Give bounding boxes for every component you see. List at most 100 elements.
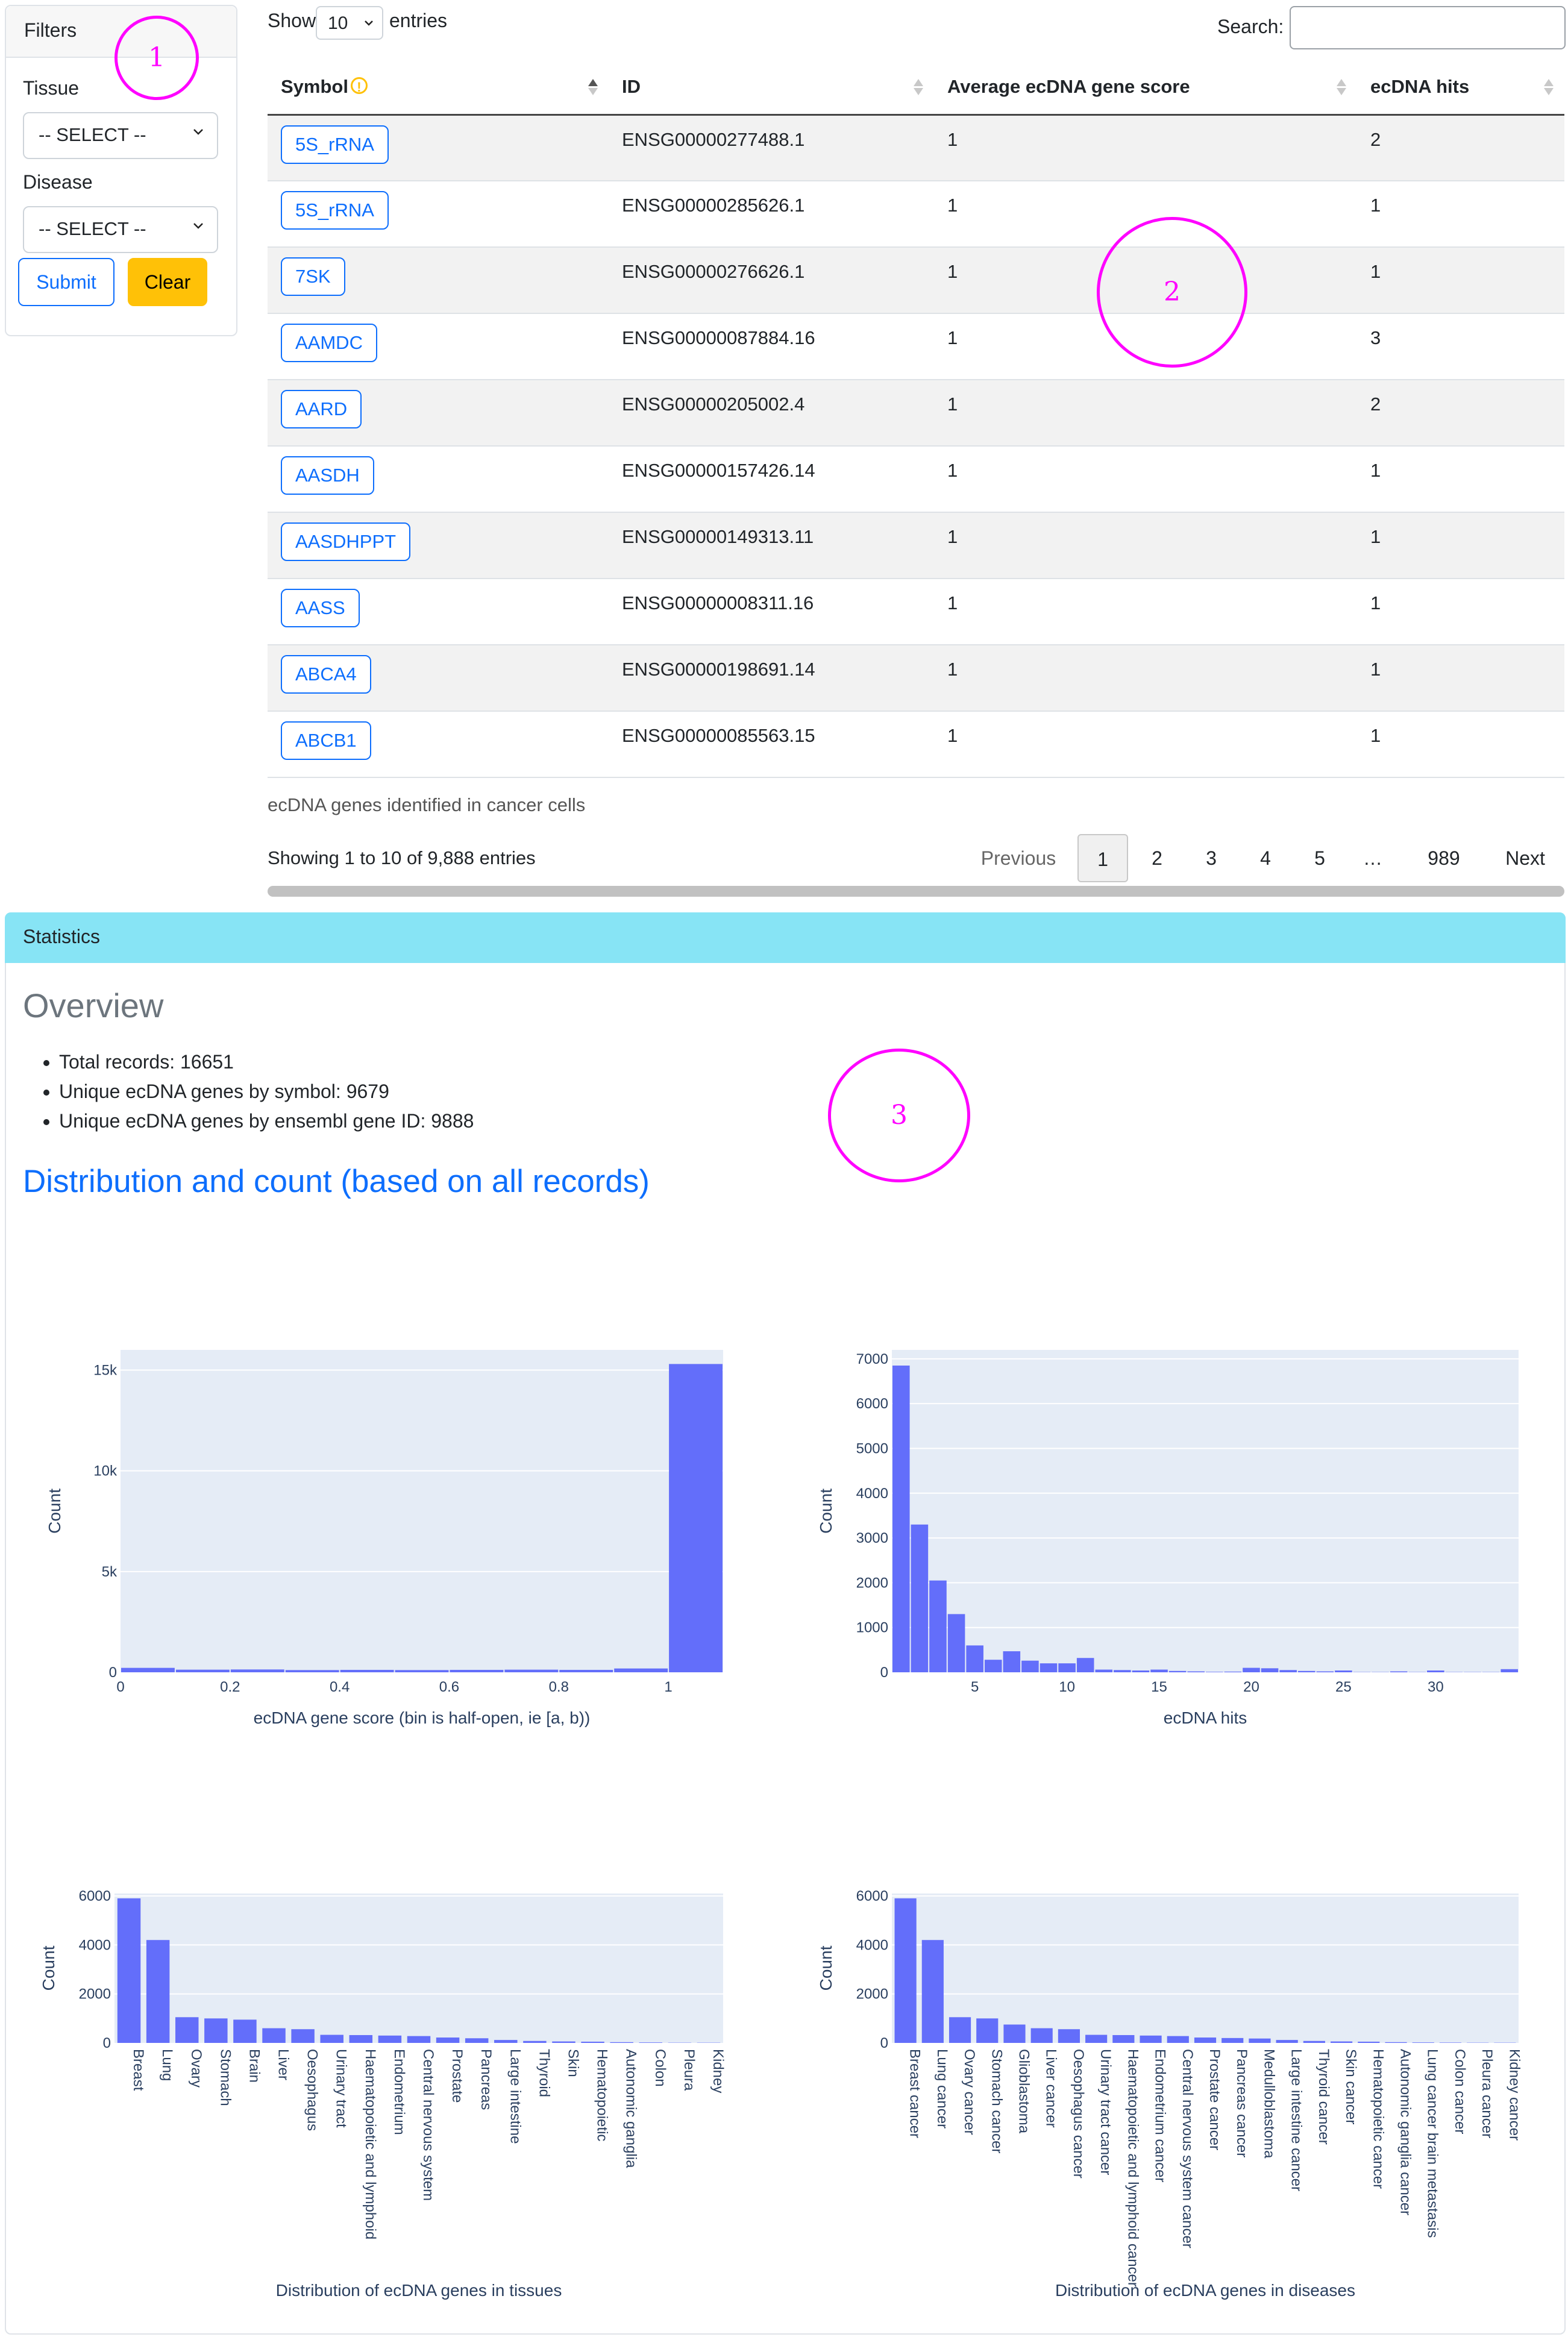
symbol-button[interactable]: 5S_rRNA (281, 125, 389, 164)
chart-hits: 0 1000 2000 3000 4000 5000 6000 7000 5 10 15 20 25 30… (817, 1350, 1519, 1727)
x-tick-label: Endometrium (391, 2049, 407, 2135)
x-tick-label: Colon (652, 2049, 668, 2087)
x-tick-label: Central nervous system (420, 2049, 436, 2201)
bar (1276, 2040, 1298, 2043)
bar (1168, 1670, 1187, 1672)
bar (669, 1364, 723, 1672)
bar (639, 2042, 662, 2043)
pagination-page-3[interactable]: 3 (1186, 834, 1237, 882)
symbol-button[interactable]: AASDHPPT (281, 522, 411, 561)
bar (947, 1614, 965, 1672)
pagination-page-4[interactable]: 4 (1240, 834, 1291, 882)
bar (892, 1366, 910, 1672)
bar (1221, 2037, 1244, 2043)
bar (614, 1668, 668, 1672)
bar (233, 2019, 257, 2043)
bar (1335, 1670, 1352, 1672)
entries-length-select[interactable]: 10 (316, 6, 383, 40)
genes-table: Symbol! ID Average ecDNA gene score ecDN… (268, 60, 1564, 778)
annotation-circle-1: 1 (114, 16, 199, 100)
bar (465, 2038, 489, 2043)
search-input[interactable] (1290, 6, 1566, 49)
symbol-button[interactable]: AARD (281, 390, 362, 428)
col-score-header[interactable]: Average ecDNA gene score (934, 60, 1357, 116)
pagination-page-last[interactable]: 989 (1414, 834, 1474, 882)
symbol-button[interactable]: AAMDC (281, 324, 377, 362)
bar (1279, 1670, 1297, 1672)
pagination-page-5[interactable]: 5 (1294, 834, 1345, 882)
bar (1140, 2035, 1162, 2043)
hits-cell: 1 (1357, 512, 1564, 579)
disease-select[interactable]: -- SELECT -- (23, 206, 218, 253)
symbol-button[interactable]: AASS (281, 589, 360, 627)
symbol-button[interactable]: AASDH (281, 456, 374, 495)
search-label: Search: (1217, 16, 1284, 37)
y-tick-label: 2000 (856, 1575, 888, 1591)
y-tick-label: 0 (880, 1664, 888, 1681)
symbol-button[interactable]: ABCA4 (281, 655, 371, 694)
pagination-previous[interactable]: Previous (970, 834, 1067, 882)
pagination-page-2[interactable]: 2 (1132, 834, 1182, 882)
annotation-circle-3: 3 (828, 1049, 970, 1182)
submit-button[interactable]: Submit (18, 258, 114, 306)
bar (610, 2042, 633, 2043)
x-tick-label: 0.8 (549, 1679, 569, 1695)
y-tick-label: 7000 (856, 1351, 888, 1367)
symbol-button[interactable]: 5S_rRNA (281, 191, 389, 230)
info-icon[interactable]: ! (350, 77, 368, 95)
x-tick-label: Pancreas (478, 2049, 494, 2110)
clear-button[interactable]: Clear (128, 258, 207, 306)
x-tick-label: Oesophagus (304, 2049, 321, 2131)
x-axis-title: ecDNA gene score (bin is half-open, ie [… (254, 1708, 591, 1727)
bar (1021, 1660, 1039, 1672)
horizontal-scrollbar[interactable] (268, 886, 1564, 897)
disease-select-value: -- SELECT -- (39, 218, 146, 239)
bar (523, 2041, 547, 2043)
x-tick-label: Pleura cancer (1479, 2049, 1495, 2138)
x-tick-label: 0.6 (439, 1679, 459, 1695)
chart-tissues: 0 2000 4000 6000 Breast Lung Ovary Stomach Brain… (39, 1888, 726, 2300)
bar (349, 2034, 373, 2043)
bar (984, 1660, 1002, 1672)
list-item: Unique ecDNA genes by symbol: 9679 (59, 1077, 474, 1106)
x-tick-label: Liver cancer (1043, 2049, 1059, 2128)
col-id-header[interactable]: ID (609, 60, 934, 116)
id-cell: ENSG00000157426.14 (609, 445, 934, 512)
table-row: 5S_rRNA ENSG00000277488.1 1 2 (268, 114, 1564, 181)
col-hits-header[interactable]: ecDNA hits (1357, 60, 1564, 116)
annotation-circle-2: 2 (1097, 217, 1247, 368)
id-cell: ENSG00000205002.4 (609, 379, 934, 446)
symbol-button[interactable]: ABCB1 (281, 721, 371, 760)
pagination-next[interactable]: Next (1492, 834, 1558, 882)
pagination-page-1[interactable]: 1 (1077, 834, 1128, 882)
tissue-select[interactable]: -- SELECT -- (23, 112, 218, 159)
statistics-header: Statistics (5, 912, 1566, 963)
bar (204, 2018, 228, 2043)
bar (1112, 2034, 1135, 2043)
x-tick-label: Ovary cancer (961, 2049, 977, 2135)
col-symbol-header[interactable]: Symbol! (268, 60, 609, 116)
bar (1303, 2041, 1325, 2043)
x-tick-label: 10 (1059, 1679, 1075, 1695)
table-row: 7SK ENSG00000276626.1 1 1 (268, 246, 1564, 313)
x-tick-label: Kidney (710, 2049, 726, 2093)
table-info: Showing 1 to 10 of 9,888 entries (268, 847, 536, 868)
bar (378, 2035, 402, 2043)
hits-cell: 1 (1357, 711, 1564, 778)
score-cell: 1 (934, 578, 1357, 645)
y-tick-label: 6000 (856, 1396, 888, 1412)
bar (175, 1669, 230, 1672)
hits-cell: 3 (1357, 313, 1564, 380)
bar (1501, 1669, 1518, 1672)
chevron-down-icon (193, 223, 203, 229)
score-cell: 1 (934, 114, 1357, 181)
hits-cell: 2 (1357, 114, 1564, 181)
bar (1085, 2034, 1108, 2043)
x-tick-label: Pleura (681, 2049, 697, 2091)
bar (285, 1670, 339, 1672)
symbol-button[interactable]: 7SK (281, 257, 345, 296)
bar (1003, 2024, 1026, 2043)
y-axis-title: Count (817, 1945, 835, 1990)
bar (1167, 2036, 1189, 2043)
x-tick-label: Ovary (188, 2049, 204, 2088)
